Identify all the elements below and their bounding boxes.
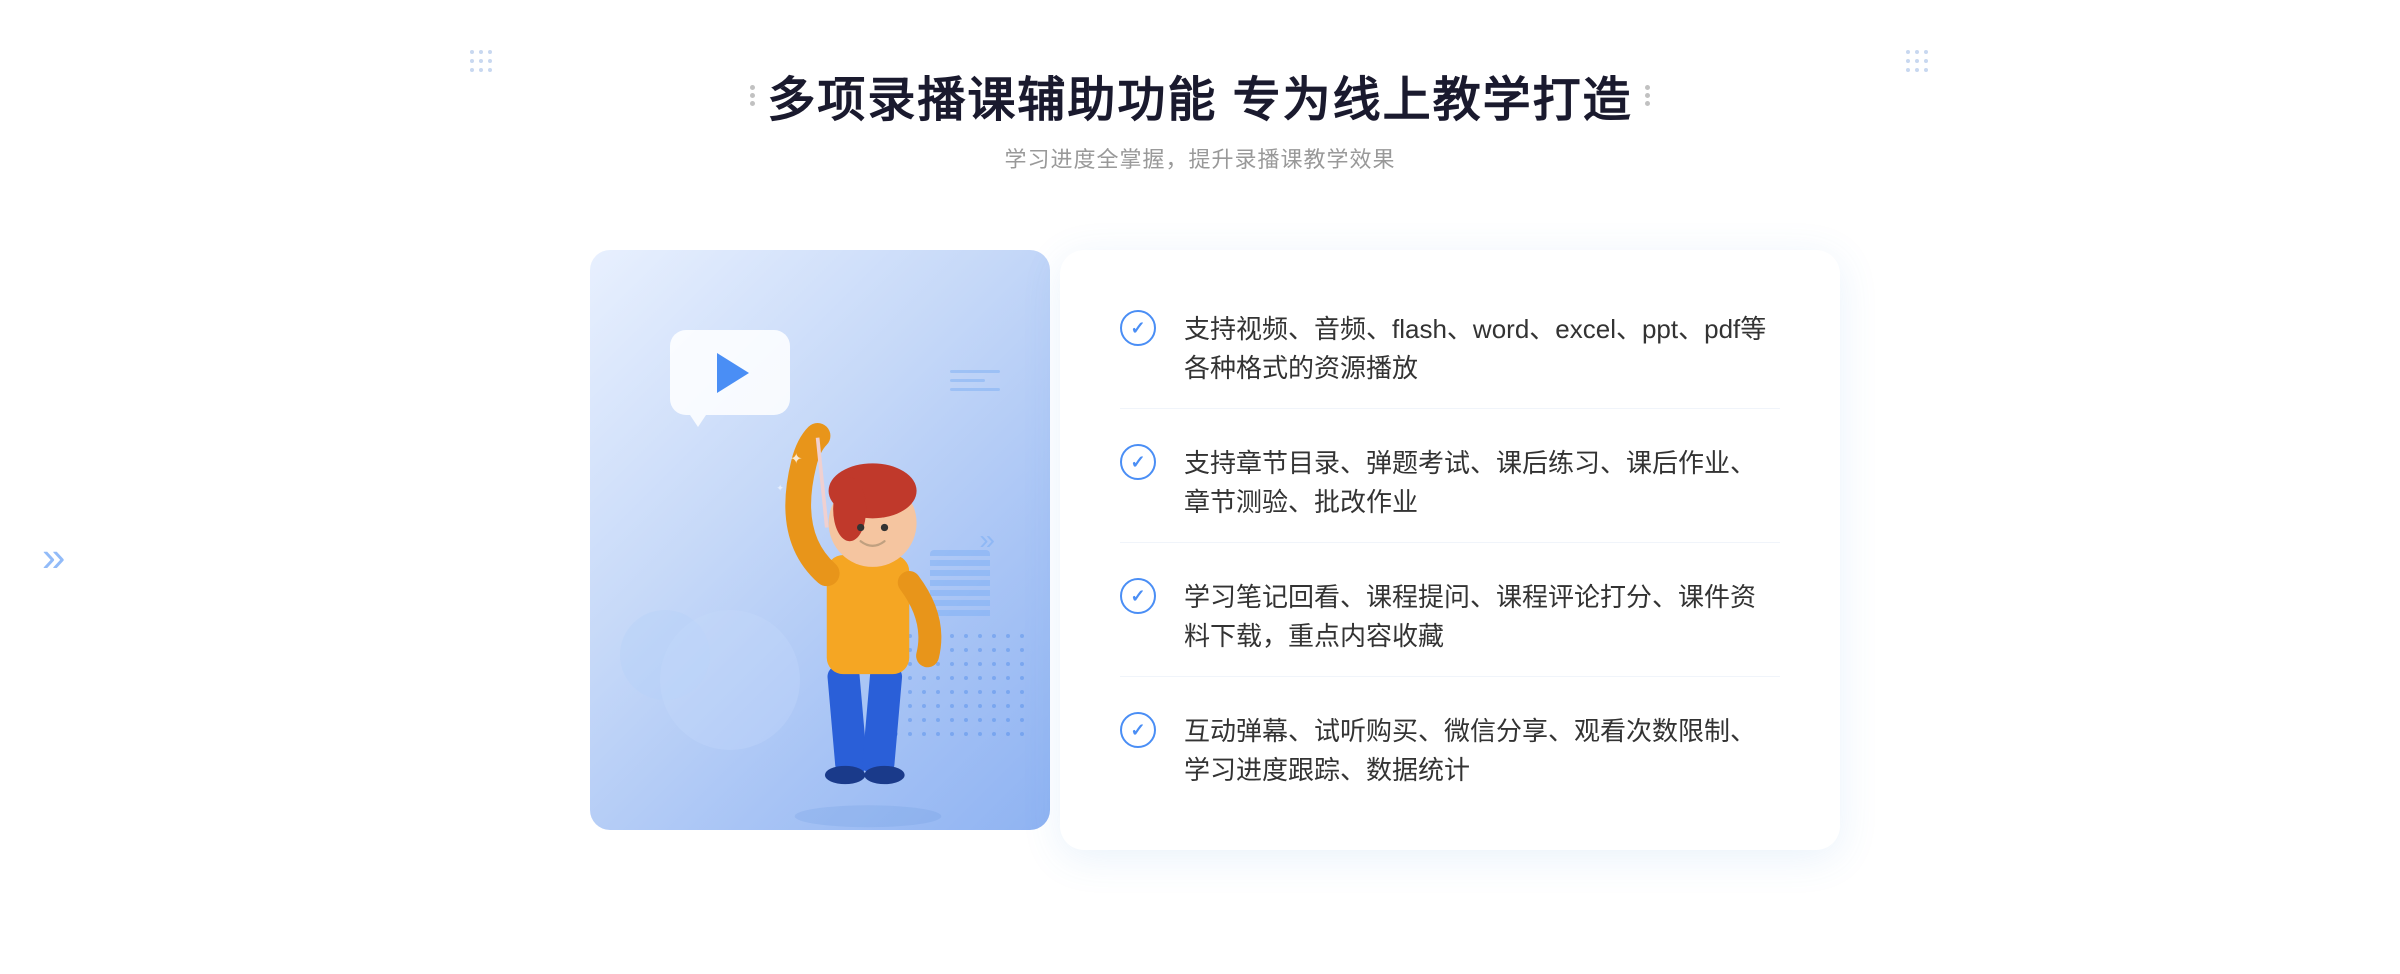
dots-decoration-right bbox=[1906, 50, 1930, 74]
feature-item-4: ✓ 互动弹幕、试听购买、微信分享、观看次数限制、学习进度跟踪、数据统计 bbox=[1120, 692, 1780, 810]
check-icon-2: ✓ bbox=[1120, 444, 1156, 480]
chevron-left-decoration: » bbox=[42, 536, 65, 578]
feature-text-1: 支持视频、音频、flash、word、excel、ppt、pdf等各种格式的资源… bbox=[1184, 310, 1780, 388]
checkmark-symbol-4: ✓ bbox=[1130, 721, 1145, 739]
feature-item-1: ✓ 支持视频、音频、flash、word、excel、ppt、pdf等各种格式的… bbox=[1120, 290, 1780, 409]
feature-text-2: 支持章节目录、弹题考试、课后练习、课后作业、章节测验、批改作业 bbox=[1184, 444, 1780, 522]
checkmark-symbol-1: ✓ bbox=[1130, 319, 1145, 337]
content-area: » bbox=[500, 230, 1900, 870]
svg-text:✦: ✦ bbox=[790, 451, 802, 467]
feature-text-3: 学习笔记回看、课程提问、课程评论打分、课件资料下载，重点内容收藏 bbox=[1184, 578, 1780, 656]
play-icon bbox=[717, 353, 749, 393]
subtitle-text: 学习进度全掌握，提升录播课教学效果 bbox=[750, 142, 1649, 174]
illustration-wrapper: » bbox=[560, 230, 1080, 870]
person-illustration: ✦ ✦ bbox=[748, 390, 988, 830]
check-icon-1: ✓ bbox=[1120, 310, 1156, 346]
check-icon-4: ✓ bbox=[1120, 712, 1156, 748]
page-wrapper: » 多项录播课辅助功能 专为线上教学打造 学习进度全掌握，提升录播课教学效果 bbox=[0, 0, 2400, 974]
features-panel: ✓ 支持视频、音频、flash、word、excel、ppt、pdf等各种格式的… bbox=[1060, 250, 1840, 850]
feature-item-2: ✓ 支持章节目录、弹题考试、课后练习、课后作业、章节测验、批改作业 bbox=[1120, 424, 1780, 543]
page-header: 多项录播课辅助功能 专为线上教学打造 学习进度全掌握，提升录播课教学效果 bbox=[750, 60, 1649, 174]
check-icon-3: ✓ bbox=[1120, 578, 1156, 614]
checkmark-symbol-2: ✓ bbox=[1130, 453, 1145, 471]
title-divider-left bbox=[750, 85, 755, 106]
checkmark-symbol-3: ✓ bbox=[1130, 587, 1145, 605]
title-divider-right bbox=[1645, 85, 1650, 106]
dots-decoration-left bbox=[470, 50, 494, 74]
illustration-background: » bbox=[590, 250, 1050, 830]
svg-text:✦: ✦ bbox=[776, 483, 784, 493]
title-text: 多项录播课辅助功能 专为线上教学打造 bbox=[767, 60, 1632, 130]
feature-item-3: ✓ 学习笔记回看、课程提问、课程评论打分、课件资料下载，重点内容收藏 bbox=[1120, 558, 1780, 677]
page-title: 多项录播课辅助功能 专为线上教学打造 bbox=[750, 60, 1649, 130]
feature-text-4: 互动弹幕、试听购买、微信分享、观看次数限制、学习进度跟踪、数据统计 bbox=[1184, 712, 1780, 790]
lines-decoration bbox=[950, 370, 1000, 391]
